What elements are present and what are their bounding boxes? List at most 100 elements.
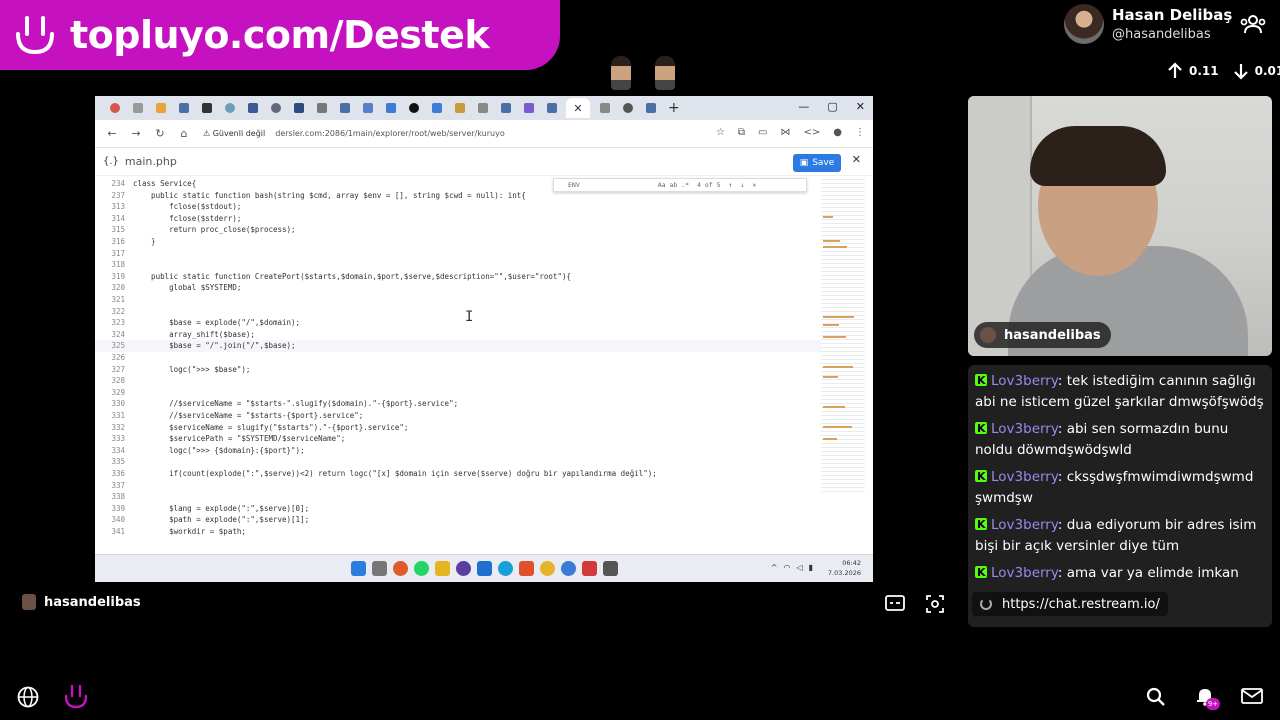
code-line[interactable]: 325 $base = "/".join("/",$base); [95,340,825,352]
app-icon[interactable] [602,561,618,576]
tab-favicon[interactable] [247,103,258,113]
back-icon[interactable]: ← [105,127,119,140]
chat-panel[interactable]: Lov3berry: tek istediğim canının sağlığı… [968,365,1272,627]
find-widget[interactable]: ENV Aa ab .* 4 of 5 ↑ ↓ ✕ [553,178,807,192]
save-button[interactable]: ▣ Save [793,154,841,172]
tab-favicon[interactable] [500,103,511,113]
profile-card[interactable]: Hasan Delibaş @hasandelibas [1064,4,1232,44]
code-line[interactable]: 326 [95,352,825,364]
code-line[interactable]: 313 fclose($stdout); [95,201,825,213]
reload-icon[interactable]: ↻ [153,127,167,140]
chat-username[interactable]: Lov3berry [991,373,1058,389]
search-icon[interactable] [1146,687,1166,707]
close-editor-icon[interactable]: ✕ [852,153,861,166]
code-line[interactable]: 329 [95,387,825,399]
whatsapp-icon[interactable] [413,561,429,576]
tab-favicon[interactable] [599,103,610,113]
code-line[interactable]: 318 [95,259,825,271]
code-line[interactable]: 332 $serviceName = slugify("$starts")."-… [95,422,825,434]
topluyo-logo-icon[interactable] [64,684,88,710]
code-line[interactable]: 336 if(count(explode(":",$serve))<2) ret… [95,468,825,480]
system-tray[interactable]: ^ ◠ ◁ ▮ [771,563,813,572]
chat-username[interactable]: Lov3berry [991,565,1058,581]
new-tab-icon[interactable]: + [668,100,680,116]
code-line[interactable]: 320 global $SYSTEMD; [95,282,825,294]
code-line[interactable]: 330 //$serviceName = "$starts-".slugify(… [95,398,825,410]
forward-icon[interactable]: → [129,127,143,140]
find-next-icon[interactable]: ↓ [740,181,744,189]
code-line[interactable]: 340 $path = explode(":",$serve)[1]; [95,514,825,526]
maximize-icon[interactable]: ▢ [827,100,837,113]
edge-icon[interactable] [497,561,513,576]
menu-icon[interactable]: ⋮ [855,127,865,138]
chrome-active-icon[interactable] [560,561,576,576]
tab-favicon[interactable] [362,103,373,113]
code-line[interactable]: 335 [95,456,825,468]
start-icon[interactable] [350,561,366,576]
find-close-icon[interactable]: ✕ [752,181,756,189]
tab-favicon[interactable] [408,103,419,113]
code-line[interactable]: 339 $lang = explode(":",$serve)[0]; [95,503,825,515]
support-banner[interactable]: topluyo.com/Destek [0,0,560,70]
streamer-tag[interactable]: hasandelibas [22,594,141,610]
tab-favicon[interactable] [431,103,442,113]
captions-icon[interactable] [885,595,905,611]
code-editor[interactable]: 234 class Service{237 public static funct… [95,176,873,536]
code-line[interactable]: 334 logc(">>> {$domain}:{$port}"); [95,445,825,457]
vscode-icon[interactable] [476,561,492,576]
tab-favicon[interactable] [339,103,350,113]
code-line[interactable]: 328 [95,375,825,387]
find-prev-icon[interactable]: ↑ [729,181,733,189]
minimize-icon[interactable]: — [798,100,809,113]
code-line[interactable]: 324 array_shift($base); [95,329,825,341]
code-icon[interactable]: <> [804,127,821,138]
tab-favicon[interactable] [316,103,327,113]
tab-favicon[interactable] [132,103,143,113]
battery-icon[interactable]: ▮ [809,563,813,572]
screenshot-icon[interactable] [926,595,944,613]
volume-icon[interactable]: ◁ [796,563,802,572]
code-line[interactable]: 321 [95,294,825,306]
active-tab-close-icon[interactable]: ✕ [566,98,590,118]
code-line[interactable]: 315 return proc_close($process); [95,224,825,236]
security-warning[interactable]: ⚠ Güvenli değil [203,129,265,138]
chat-username[interactable]: Lov3berry [991,469,1058,485]
chat-username[interactable]: Lov3berry [991,421,1058,437]
tab-favicon[interactable] [224,103,235,113]
code-line[interactable]: 323 $base = explode("/",$domain); [95,317,825,329]
cast-icon[interactable]: ▭ [758,127,767,138]
mail-icon[interactable] [1241,688,1263,704]
bookmark-star-icon[interactable]: ☆ [716,127,725,138]
globe-icon[interactable] [17,686,39,708]
tab-favicon[interactable] [109,103,120,113]
code-line[interactable]: 341 $workdir = $path; [95,526,825,538]
close-window-icon[interactable]: ✕ [856,100,865,113]
tab-favicon[interactable] [523,103,534,113]
code-line[interactable]: 327 logc(">>> $base"); [95,364,825,376]
code-line[interactable]: 337 [95,480,825,492]
home-icon[interactable]: ⌂ [177,127,191,140]
tab-favicon[interactable] [178,103,189,113]
find-query[interactable]: ENV [568,181,580,189]
brave-icon[interactable] [518,561,534,576]
users-icon[interactable] [1240,14,1266,34]
profile-icon[interactable]: ● [833,127,842,138]
tab-favicon[interactable] [477,103,488,113]
chrome-icon[interactable] [539,561,555,576]
tab-favicon[interactable] [622,103,633,113]
url-field[interactable]: ⚠ Güvenli değil dersler.com:2086/1main/e… [203,124,723,144]
tab-favicon[interactable] [201,103,212,113]
code-line[interactable]: 316 } [95,236,825,248]
tab-favicon[interactable] [454,103,465,113]
app-icon[interactable] [392,561,408,576]
code-minimap[interactable] [821,176,865,494]
find-options[interactable]: Aa ab .* [658,181,689,189]
code-line[interactable]: 338 [95,491,825,503]
app-icon[interactable] [581,561,597,576]
extensions-icon[interactable]: ⧉ [738,127,745,138]
code-line[interactable]: 317 [95,248,825,260]
tab-favicon[interactable] [645,103,656,113]
chevron-up-icon[interactable]: ^ [771,563,778,572]
code-line[interactable]: 322 [95,306,825,318]
explorer-icon[interactable] [434,561,450,576]
